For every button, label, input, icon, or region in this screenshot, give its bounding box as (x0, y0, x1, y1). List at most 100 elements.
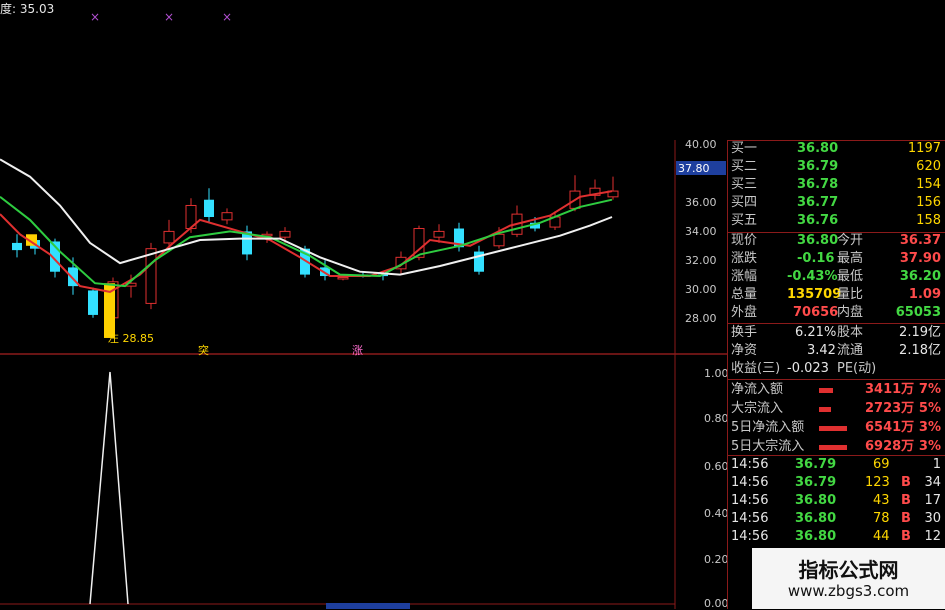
tick-vol: 123 (865, 475, 890, 490)
tick-count: 1 (932, 457, 941, 472)
fund-value: 3.42 (807, 343, 836, 358)
book-label: 买二 (731, 159, 758, 174)
tick-price: 36.80 (795, 493, 837, 508)
lower-tick: 0.80 (704, 412, 729, 425)
tick-time: 14:56 (731, 511, 769, 526)
panel-border (727, 140, 728, 609)
ma5-line (0, 190, 613, 293)
watermark: 指标公式网 www.zbgs3.com (752, 548, 945, 609)
y-tick: 30.00 (685, 283, 717, 296)
fund-value: 2.18亿 (899, 343, 941, 358)
candle (12, 242, 22, 251)
candle (493, 233, 505, 247)
tick-count: 34 (924, 475, 941, 490)
fund-value: -0.023 (787, 361, 829, 376)
fund-value: 2.19亿 (899, 325, 941, 340)
tick-vol: 44 (873, 529, 890, 544)
quote-value: 135709 (787, 287, 842, 302)
lower-tick: 0.60 (704, 460, 729, 473)
tick-time: 14:56 (731, 493, 769, 508)
tick-time: 14:56 (731, 457, 769, 472)
quote-value: 37.90 (899, 251, 941, 266)
book-label: 买五 (731, 213, 758, 228)
book-price: 36.79 (797, 159, 839, 174)
book-label: 买三 (731, 177, 758, 192)
y-tick: 28.00 (685, 312, 717, 325)
quote-value: 70656 (793, 305, 839, 320)
book-vol: 154 (916, 177, 941, 192)
tick-time: 14:56 (731, 475, 769, 490)
quote-label: 涨幅 (731, 269, 758, 284)
candles-group (12, 175, 619, 338)
tick-price: 36.80 (795, 511, 837, 526)
tick-side: B (901, 493, 911, 508)
quote-value: 65053 (895, 305, 941, 320)
quote-value: 36.20 (899, 269, 941, 284)
rise-label: 涨 (352, 344, 363, 357)
flow-pct: 7% (918, 382, 941, 397)
tick-side: B (901, 511, 911, 526)
quote-value: -0.16 (797, 251, 835, 266)
y-tick: 34.00 (685, 225, 717, 238)
flow-bar (819, 426, 847, 431)
flow-amount: 6928万 (865, 439, 915, 454)
tick-price: 36.79 (795, 475, 837, 490)
fund-label: 股本 (837, 325, 864, 340)
lower-tick: 0.00 (704, 597, 729, 610)
tick-vol: 69 (873, 457, 890, 472)
flow-pct: 5% (918, 401, 941, 416)
lower-tick: 1.00 (704, 367, 729, 380)
y-tick: 40.00 (685, 138, 717, 151)
flow-pct: 3% (918, 420, 941, 435)
candle (221, 212, 233, 221)
flow-bar (819, 388, 833, 393)
book-row[interactable]: 买一 (731, 140, 757, 158)
price-tag: 37.80 (678, 162, 710, 175)
candle (337, 276, 349, 280)
flow-bar (819, 407, 831, 412)
quote-label: 现价 (731, 233, 758, 248)
flow-amount: 3411万 (865, 382, 915, 397)
buy-label: 突 (198, 344, 209, 357)
candle (204, 199, 214, 217)
book-vol: 1197 (907, 141, 941, 156)
flow-bar (819, 445, 847, 450)
fund-value: 6.21% (795, 325, 837, 340)
flow-amount: 6541万 (865, 420, 915, 435)
book-vol: 158 (916, 213, 941, 228)
fund-label: PE(动) (837, 361, 877, 376)
book-vol: 620 (916, 159, 941, 174)
fund-label: 收益(三) (731, 361, 781, 376)
lower-tick: 0.40 (704, 507, 729, 520)
y-tick: 32.00 (685, 254, 717, 267)
flow-label: 5日净流入额 (731, 420, 805, 435)
quote-label: 总量 (731, 287, 758, 302)
tick-time: 14:56 (731, 529, 769, 544)
lower-tick: 0.20 (704, 553, 729, 566)
marker-icon: × (90, 10, 101, 24)
watermark-title: 指标公式网 (798, 558, 899, 582)
tick-side: B (901, 475, 911, 490)
quote-label: 内盘 (837, 305, 864, 320)
book-price: 36.78 (797, 177, 839, 192)
flow-label: 净流入额 (731, 382, 784, 397)
candle (145, 248, 157, 304)
tick-vol: 43 (873, 493, 890, 508)
tick-price: 36.80 (795, 529, 837, 544)
quote-label: 最低 (837, 269, 864, 284)
book-label: 买一 (731, 141, 758, 156)
watermark-url: www.zbgs3.com (787, 582, 910, 600)
tick-count: 12 (924, 529, 941, 544)
marker-icon: × (164, 10, 175, 24)
fund-label: 换手 (731, 325, 758, 340)
flow-label: 5日大宗流入 (731, 439, 805, 454)
quote-value: 36.37 (899, 233, 941, 248)
quote-label: 量比 (837, 287, 864, 302)
quote-label: 外盘 (731, 305, 758, 320)
tick-price: 36.79 (795, 457, 837, 472)
candle (163, 230, 175, 244)
quote-value: -0.43% (787, 269, 838, 284)
flow-pct: 3% (918, 439, 941, 454)
quote-label: 今开 (837, 233, 864, 248)
panel-divider (727, 379, 945, 380)
